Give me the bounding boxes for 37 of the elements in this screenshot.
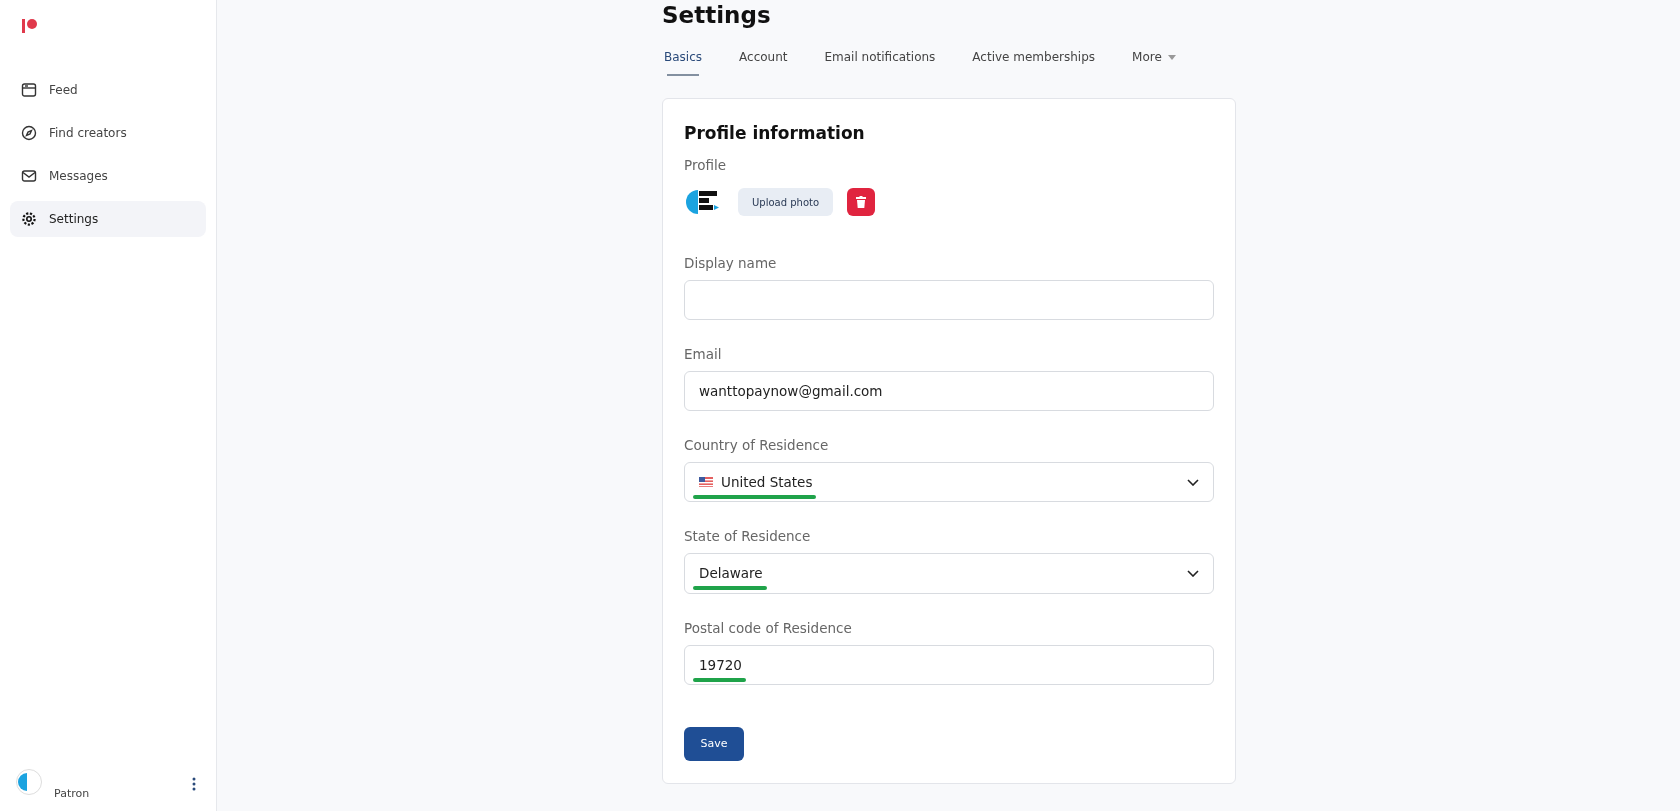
tab[interactable]: Email notifications bbox=[822, 50, 938, 76]
chevron-down-icon bbox=[1187, 570, 1199, 577]
logo-icon[interactable] bbox=[22, 18, 38, 34]
field-label: Display name bbox=[684, 255, 778, 271]
tab[interactable]: Active memberships bbox=[970, 50, 1098, 76]
field-label: State of Residence bbox=[684, 528, 812, 545]
select-field[interactable]: United States bbox=[684, 462, 1214, 503]
select-field[interactable]: Delaware bbox=[684, 553, 1214, 594]
field-label: Postal code of Residence bbox=[684, 619, 853, 636]
envelope-icon bbox=[21, 168, 37, 184]
user-role: Patron bbox=[54, 787, 90, 800]
tab[interactable]: More bbox=[1130, 50, 1178, 76]
tab[interactable]: Account bbox=[737, 50, 790, 76]
save-button[interactable]: Save bbox=[684, 726, 744, 761]
more-options-icon[interactable] bbox=[192, 777, 196, 791]
trash-icon bbox=[856, 196, 867, 208]
settings-icon bbox=[21, 211, 37, 227]
input-field[interactable]: wanttopaynow@gmail.com bbox=[684, 371, 1214, 412]
upload-photo-button[interactable]: Upload photo bbox=[738, 188, 834, 216]
input-field[interactable]: 19720 bbox=[684, 644, 1214, 685]
browser-window-icon bbox=[21, 82, 37, 98]
page-title: Settings bbox=[662, 2, 772, 28]
tab[interactable]: Basics bbox=[662, 50, 705, 76]
field-label: Email bbox=[684, 346, 723, 363]
avatar[interactable] bbox=[16, 769, 42, 795]
delete-button[interactable] bbox=[847, 188, 876, 216]
chevron-down-icon bbox=[1187, 478, 1199, 486]
card-title: Profile information bbox=[684, 123, 866, 143]
compass-icon bbox=[21, 125, 37, 141]
sidebar-item[interactable]: Feed bbox=[10, 72, 206, 108]
field-label: Country of Residence bbox=[684, 437, 830, 454]
field-label: Profile bbox=[684, 157, 727, 173]
sidebar-item[interactable]: Messages bbox=[10, 158, 206, 194]
caret-icon bbox=[1167, 54, 1176, 60]
sidebar-item[interactable]: Find creators bbox=[10, 115, 206, 151]
sidebar-item[interactable]: Settings bbox=[10, 201, 206, 237]
flag-icon bbox=[699, 477, 713, 488]
